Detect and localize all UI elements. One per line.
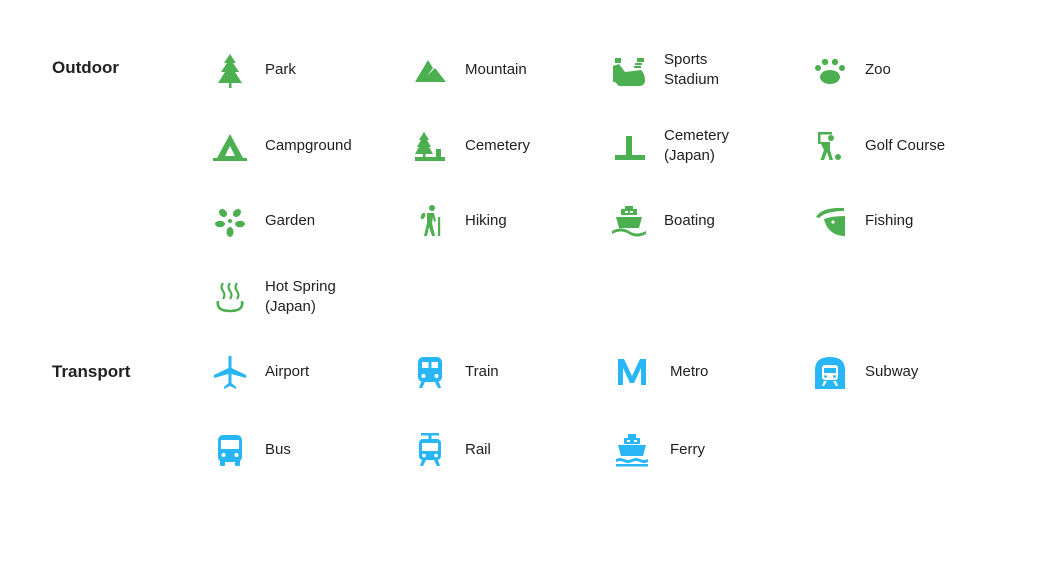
flower-icon bbox=[212, 203, 248, 239]
legend-item-fishing: Fishing bbox=[812, 199, 1002, 243]
section-title-transport: Transport bbox=[52, 362, 131, 381]
item-label: Hot Spring (Japan) bbox=[265, 278, 336, 315]
item-label: Subway bbox=[865, 363, 919, 380]
item-label: Boating bbox=[664, 212, 715, 229]
cemetery-icon bbox=[412, 128, 448, 164]
item-label: Train bbox=[465, 363, 499, 380]
legend-item-mountain: Mountain bbox=[412, 48, 602, 92]
legend-item-rail: Rail bbox=[412, 428, 602, 472]
legend-item-airport: Airport bbox=[212, 350, 402, 394]
cemetery-japan-icon bbox=[611, 128, 647, 164]
golf-icon bbox=[812, 128, 848, 164]
boat-icon bbox=[611, 203, 647, 239]
legend-item-golf-course: Golf Course bbox=[812, 124, 1002, 168]
legend-item-cemetery: Cemetery bbox=[412, 124, 602, 168]
legend-item-cemetery-japan: Cemetery (Japan) bbox=[611, 124, 801, 168]
item-label: Cemetery (Japan) bbox=[664, 127, 730, 164]
stadium-icon bbox=[611, 52, 647, 88]
item-label: Garden bbox=[265, 212, 316, 229]
item-label: Airport bbox=[265, 363, 310, 380]
metro-icon bbox=[614, 354, 650, 390]
legend-item-boating: Boating bbox=[611, 199, 801, 243]
legend-item-park: Park bbox=[212, 48, 402, 92]
legend-item-hiking: Hiking bbox=[412, 199, 602, 243]
legend-item-ferry: Ferry bbox=[614, 428, 804, 472]
legend-item-campground: Campground bbox=[212, 124, 402, 168]
ferry-icon bbox=[614, 432, 650, 468]
item-label: Campground bbox=[265, 137, 352, 154]
legend-item-zoo: Zoo bbox=[812, 48, 1002, 92]
hiker-icon bbox=[412, 203, 448, 239]
legend-item-train: Train bbox=[412, 350, 602, 394]
legend-item-garden: Garden bbox=[212, 199, 402, 243]
park-icon bbox=[212, 52, 248, 88]
train-icon bbox=[412, 354, 448, 390]
item-label: Cemetery bbox=[465, 137, 531, 154]
bus-icon bbox=[212, 432, 248, 468]
airplane-icon bbox=[212, 354, 248, 390]
subway-icon bbox=[812, 354, 848, 390]
item-label: Bus bbox=[265, 441, 291, 458]
item-label: Sports Stadium bbox=[664, 51, 720, 88]
mountain-icon bbox=[412, 52, 448, 88]
legend-item-hot-spring: Hot Spring (Japan) bbox=[212, 275, 402, 319]
item-label: Rail bbox=[465, 441, 491, 458]
item-label: Hiking bbox=[465, 212, 507, 229]
legend-item-subway: Subway bbox=[812, 350, 1002, 394]
item-label: Mountain bbox=[465, 61, 527, 78]
item-label: Fishing bbox=[865, 212, 914, 229]
tent-icon bbox=[212, 128, 248, 164]
paw-icon bbox=[812, 52, 848, 88]
hot-spring-icon bbox=[212, 279, 248, 315]
section-title-outdoor: Outdoor bbox=[52, 58, 120, 77]
item-label: Ferry bbox=[670, 441, 705, 458]
legend-item-sports-stadium: Sports Stadium bbox=[611, 48, 801, 92]
legend-item-metro: Metro bbox=[614, 350, 804, 394]
item-label: Park bbox=[265, 61, 296, 78]
fish-icon bbox=[812, 203, 848, 239]
legend-item-bus: Bus bbox=[212, 428, 402, 472]
item-label: Golf Course bbox=[865, 137, 946, 154]
item-label: Metro bbox=[670, 363, 709, 380]
tram-icon bbox=[412, 432, 448, 468]
item-label: Zoo bbox=[865, 61, 891, 78]
